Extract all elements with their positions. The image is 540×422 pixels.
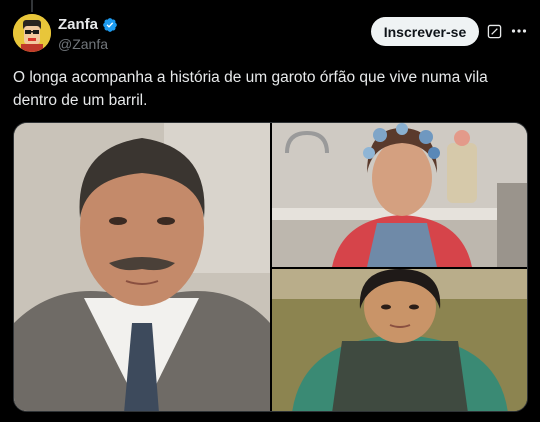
more-options-icon[interactable] [510, 22, 528, 40]
follow-button[interactable]: Inscrever-se [371, 17, 479, 46]
author-display-name[interactable]: Zanfa [58, 16, 98, 33]
verified-badge-icon [103, 17, 117, 32]
avatar-cartoon-icon [13, 14, 51, 52]
media-photo-1[interactable] [14, 123, 270, 411]
media-grid [13, 122, 528, 412]
thread-connector-line [31, 0, 33, 12]
tweet-text: O longa acompanha a história de um garot… [13, 69, 488, 109]
media-photo-2[interactable] [272, 123, 527, 267]
woman-kitchen-image [272, 123, 527, 267]
grok-icon[interactable] [487, 24, 502, 39]
author-handle[interactable]: @Zanfa [58, 36, 108, 52]
man-portrait-image [14, 123, 270, 411]
media-photo-3[interactable] [272, 269, 527, 411]
avatar[interactable] [13, 14, 51, 52]
boy-outdoors-image [272, 269, 527, 411]
